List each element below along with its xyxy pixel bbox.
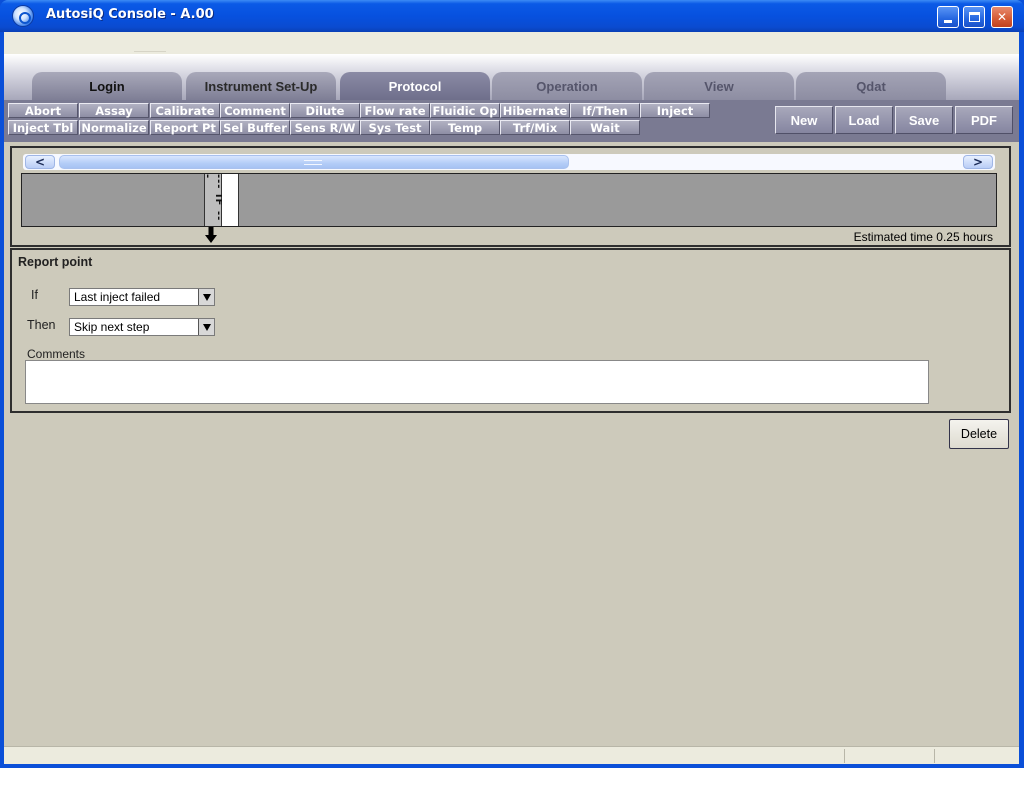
cmd-if-then[interactable]: If/Then (570, 103, 640, 118)
minimize-button[interactable] (937, 6, 959, 28)
timeline-scrollbar[interactable]: < > (23, 154, 995, 170)
then-label: Then (27, 318, 56, 332)
status-cell (934, 749, 1019, 763)
menu-strip (4, 32, 1019, 54)
chevron-down-icon[interactable] (198, 289, 214, 305)
title-bar[interactable]: AutosiQ Console - A.00 ✕ (0, 0, 1024, 32)
tab-login[interactable]: Login (32, 72, 182, 100)
then-select[interactable]: Skip next step (69, 318, 215, 336)
grip-icon (304, 160, 322, 165)
cmd-trf-mix[interactable]: Trf/Mix (500, 120, 570, 135)
tab-view[interactable]: View (644, 72, 794, 100)
down-arrow-icon (205, 227, 217, 243)
tab-operation[interactable]: Operation (492, 72, 642, 100)
detail-title: Report point (18, 255, 93, 269)
if-label: If (31, 288, 38, 302)
chevron-down-icon[interactable] (198, 319, 214, 335)
cmd-temp[interactable]: Temp (430, 120, 500, 135)
maximize-icon (968, 12, 980, 22)
maximize-button[interactable] (963, 6, 985, 28)
minimize-icon (944, 19, 952, 23)
app-logo-icon[interactable] (12, 5, 34, 27)
cmd-flow-rate[interactable]: Flow rate (360, 103, 430, 118)
menu-separator (134, 51, 166, 52)
tab-protocol[interactable]: Protocol (340, 72, 490, 100)
timeline-step-if[interactable]: --- IF --- (202, 174, 224, 226)
save-button[interactable]: Save (895, 106, 953, 134)
scroll-left-button[interactable]: < (25, 155, 55, 169)
cmd-calibrate[interactable]: Calibrate (150, 103, 220, 118)
comments-label: Comments (27, 347, 86, 361)
cmd-fluidic-op[interactable]: Fluidic Op (430, 103, 500, 118)
app-window: AutosiQ Console - A.00 ✕ Login Instrumen… (0, 0, 1024, 768)
close-button[interactable]: ✕ (991, 6, 1013, 28)
cmd-sel-buffer[interactable]: Sel Buffer (220, 120, 290, 135)
delete-button[interactable]: Delete (949, 419, 1009, 449)
status-bar (4, 746, 1019, 764)
cmd-normalize[interactable]: Normalize (79, 120, 149, 135)
cmd-inject-tbl[interactable]: Inject Tbl (8, 120, 78, 135)
cmd-wait[interactable]: Wait (570, 120, 640, 135)
cmd-dilute[interactable]: Dilute (290, 103, 360, 118)
if-select[interactable]: Last inject failed (69, 288, 215, 306)
scroll-thumb[interactable] (59, 155, 569, 169)
cmd-hibernate[interactable]: Hibernate (500, 103, 570, 118)
cmd-report-pt[interactable]: Report Pt (150, 120, 220, 135)
cmd-comment[interactable]: Comment (220, 103, 290, 118)
step-if-label: --- IF --- (202, 174, 224, 222)
if-select-value: Last inject failed (74, 290, 161, 304)
cmd-sens-rw[interactable]: Sens R/W (290, 120, 360, 135)
close-icon: ✕ (996, 10, 1008, 24)
protocol-timeline: < > --- IF --- Estimated time 0.25 hours (10, 146, 1011, 247)
timeline-step-selected[interactable] (222, 174, 239, 226)
status-cell (844, 749, 934, 763)
comments-field[interactable] (25, 360, 929, 404)
cmd-inject[interactable]: Inject (640, 103, 710, 118)
step-detail-panel: Report point If Last inject failed Then … (10, 248, 1011, 413)
cmd-abort[interactable]: Abort (8, 103, 78, 118)
client-area: Login Instrument Set-Up Protocol Operati… (4, 32, 1019, 764)
window-title: AutosiQ Console - A.00 (46, 7, 214, 22)
timeline-track[interactable]: --- IF --- (21, 173, 997, 227)
new-button[interactable]: New (775, 106, 833, 134)
cmd-assay[interactable]: Assay (79, 103, 149, 118)
estimated-time: Estimated time 0.25 hours (853, 230, 993, 244)
tab-bar: Login Instrument Set-Up Protocol Operati… (4, 54, 1019, 100)
tab-qdat[interactable]: Qdat (796, 72, 946, 100)
scroll-right-button[interactable]: > (963, 155, 993, 169)
load-button[interactable]: Load (835, 106, 893, 134)
protocol-toolbar: Abort Assay Calibrate Comment Dilute Flo… (4, 100, 1019, 142)
tab-instrument-setup[interactable]: Instrument Set-Up (186, 72, 336, 100)
cmd-sys-test[interactable]: Sys Test (360, 120, 430, 135)
pdf-button[interactable]: PDF (955, 106, 1013, 134)
then-select-value: Skip next step (74, 320, 150, 334)
